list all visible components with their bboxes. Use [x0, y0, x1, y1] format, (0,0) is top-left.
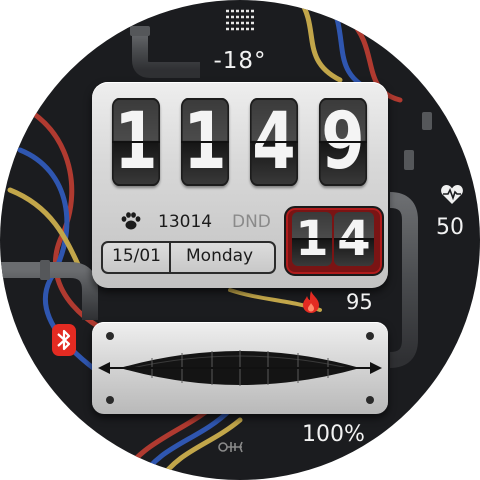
- fish-bone-icon: [218, 441, 243, 453]
- date-weekday: Monday: [186, 246, 254, 266]
- flame-icon: [303, 291, 319, 313]
- minute-tens-digit: 4: [250, 98, 298, 186]
- heart-rate-value: 50: [436, 215, 464, 240]
- dnd-label: DND: [232, 212, 271, 232]
- seconds-ones-digit: 4: [334, 212, 374, 266]
- battery-gauge: [92, 322, 388, 414]
- hour-ones-digit: 1: [181, 98, 229, 186]
- hour-tens-digit: 1: [112, 98, 160, 186]
- battery-value: 100%: [302, 422, 365, 447]
- minute-ones-digit: 9: [319, 98, 367, 186]
- fog-icon: [226, 9, 254, 31]
- date-divider: [169, 243, 171, 272]
- watch-face: -18° 50 1 1 4 9 13014 DND 15/01 Monday 1…: [0, 0, 480, 480]
- bluetooth-icon: [52, 324, 76, 356]
- seconds-tens-digit: 1: [292, 212, 332, 266]
- calories-value: 95: [346, 290, 373, 314]
- date-day-month: 15/01: [112, 246, 161, 266]
- paw-icon: [121, 212, 141, 230]
- heart-icon: [441, 185, 463, 204]
- temperature: -18°: [213, 48, 267, 74]
- battery-gauge-graphic: [98, 332, 382, 404]
- steps-value: 13014: [158, 212, 213, 232]
